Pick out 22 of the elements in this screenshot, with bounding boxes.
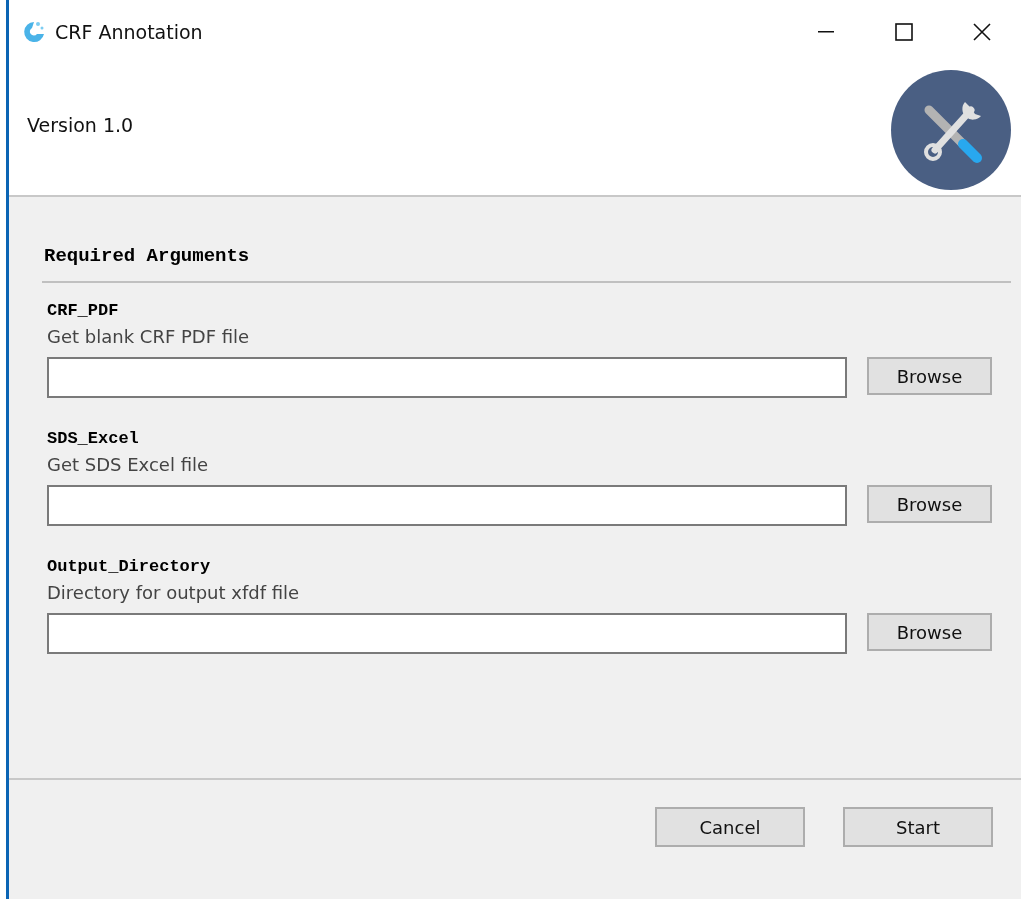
path-field[interactable] (47, 357, 847, 398)
argument-name: SDS_Excel (46, 429, 140, 448)
close-icon[interactable] (973, 23, 991, 41)
window-title: CRF Annotation (55, 21, 204, 43)
argument-description: Get blank CRF PDF file (46, 326, 251, 347)
argument-name: Output_Directory (46, 557, 212, 576)
tools-icon (891, 69, 1011, 190)
argument-name: CRF_PDF (46, 301, 120, 320)
maximize-icon[interactable] (895, 23, 913, 41)
browse-button[interactable]: Browse (867, 357, 992, 395)
browse-button[interactable]: Browse (867, 485, 992, 523)
section-title: Required Arguments (43, 245, 251, 267)
start-button[interactable]: Start (843, 807, 993, 847)
app-icon (21, 19, 47, 45)
path-field[interactable] (47, 613, 847, 654)
path-field[interactable] (47, 485, 847, 526)
browse-button[interactable]: Browse (867, 613, 992, 651)
argument-description: Directory for output xfdf file (46, 582, 301, 603)
version-label: Version 1.0 (27, 113, 134, 136)
argument-description: Get SDS Excel file (46, 454, 210, 475)
cancel-button[interactable]: Cancel (655, 807, 805, 847)
minimize-icon[interactable] (818, 31, 834, 33)
